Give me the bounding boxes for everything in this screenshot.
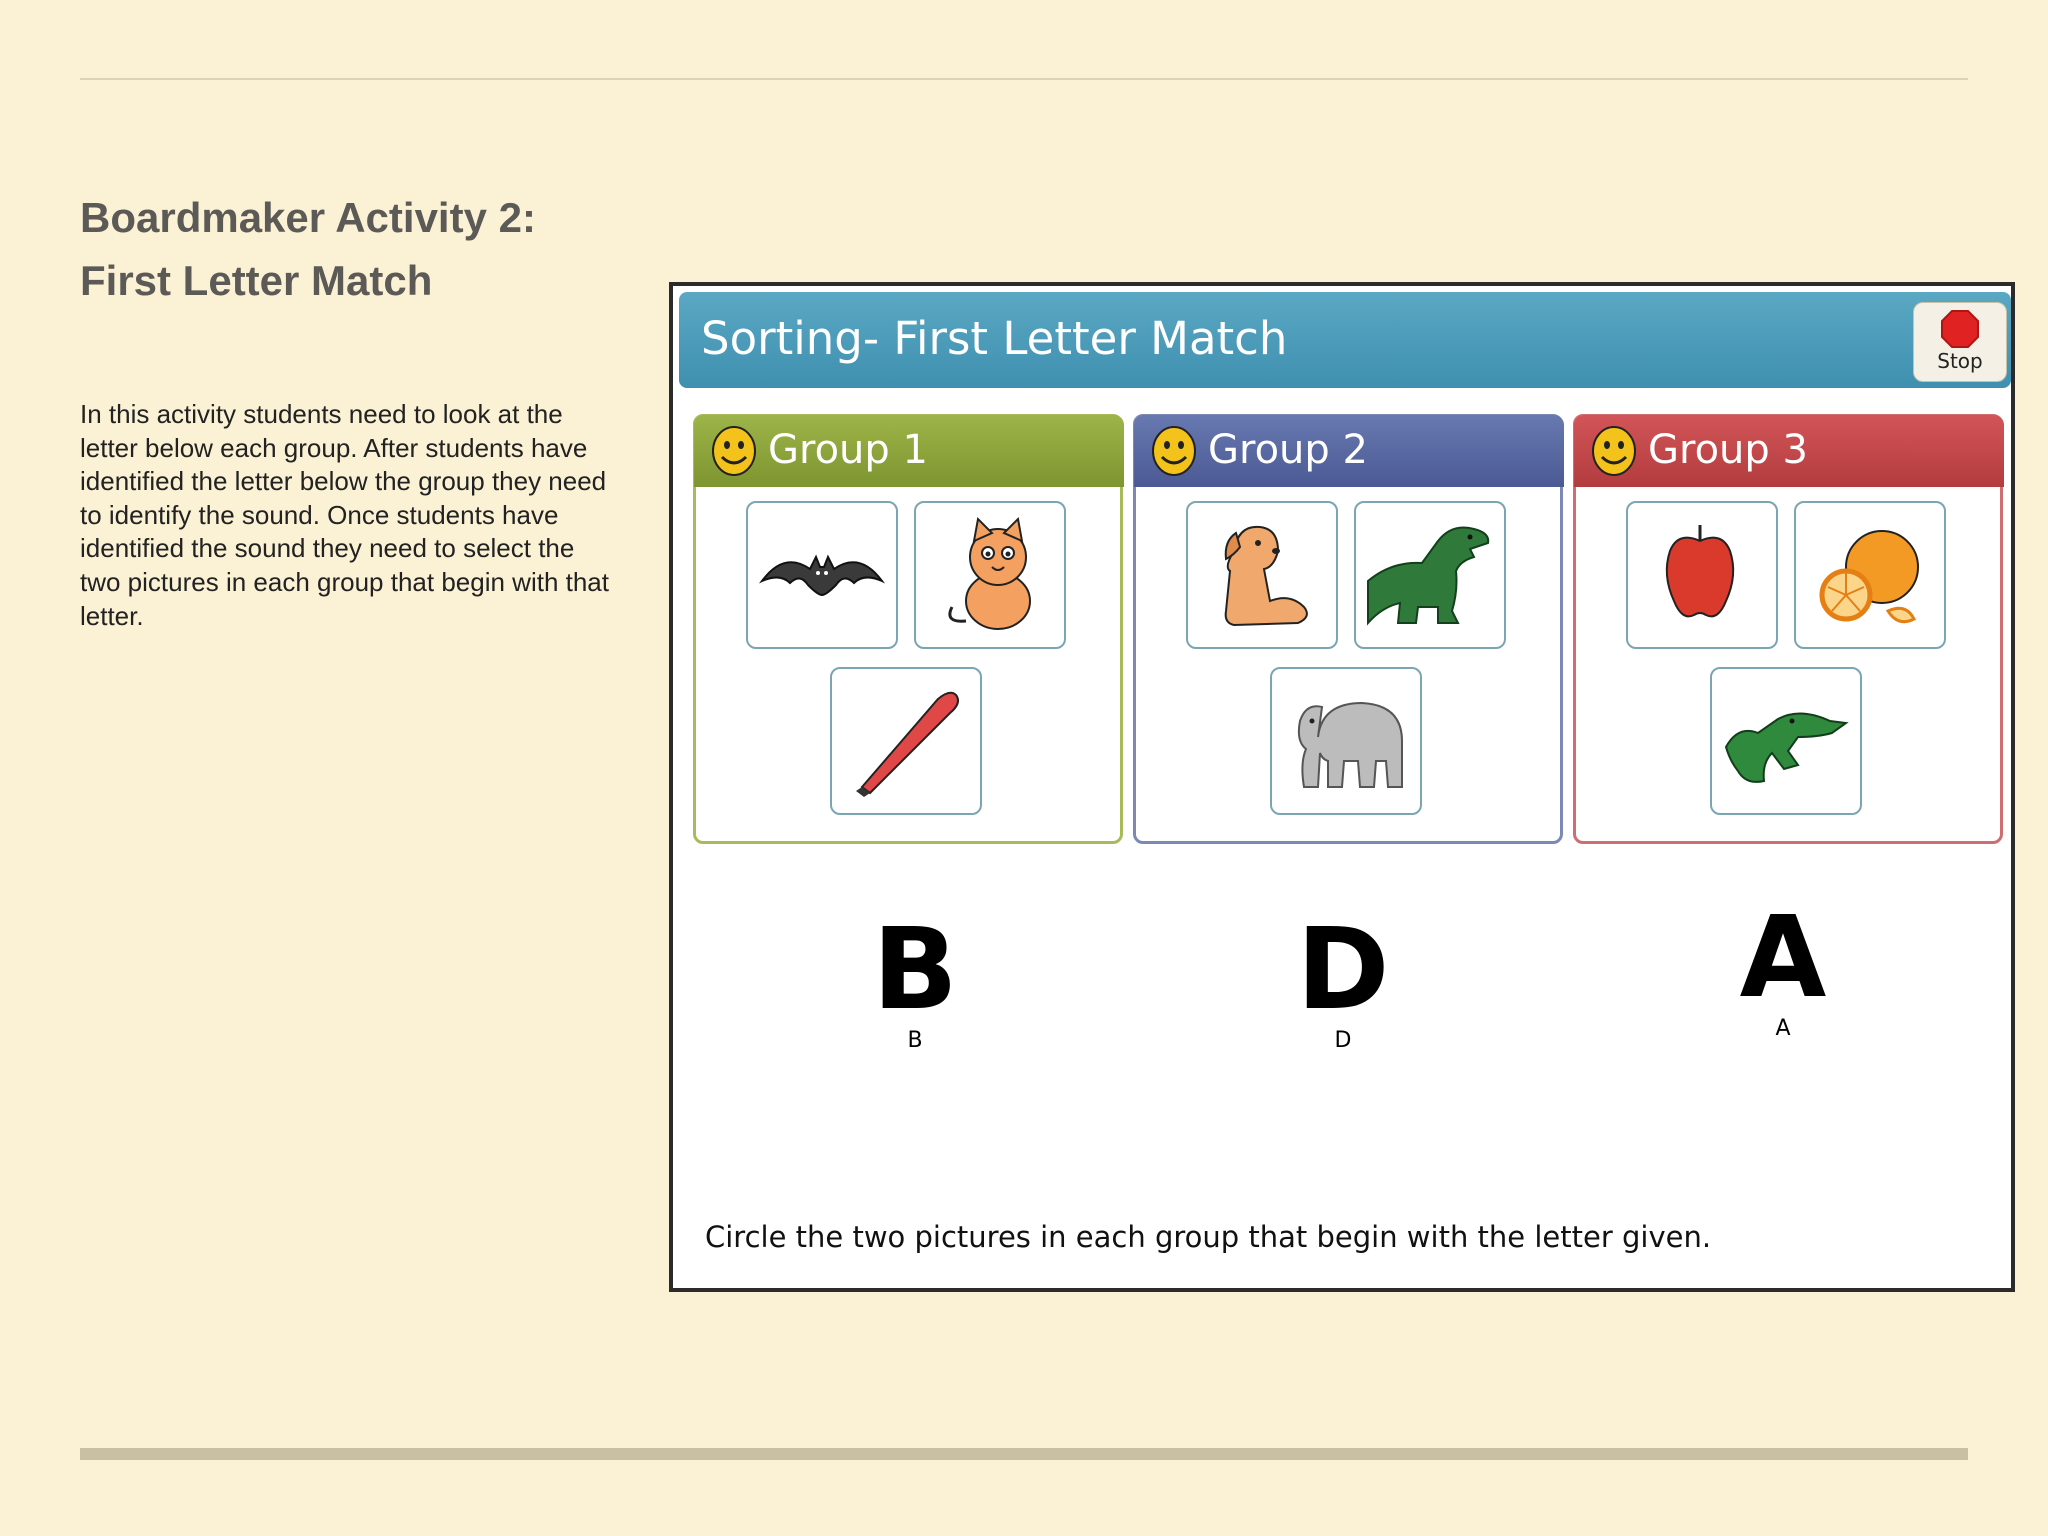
- group-3-header: Group 3: [1574, 415, 2004, 487]
- baseball-bat-icon: [856, 691, 959, 797]
- group-3-letter: A: [1739, 893, 1827, 1023]
- picture-tile-cat[interactable]: [914, 501, 1066, 649]
- picture-tile-bat[interactable]: [746, 501, 898, 649]
- bottom-divider: [80, 1448, 1968, 1460]
- picture-tile-baseball-bat[interactable]: [830, 667, 982, 815]
- slide-title-line-2: First Letter Match: [80, 257, 433, 304]
- group-1-letter-caption: B: [907, 1028, 923, 1053]
- slide-title: Boardmaker Activity 2: First Letter Matc…: [80, 186, 640, 312]
- group-1-letter: B: [872, 905, 958, 1035]
- activity-header: Sorting- First Letter Match Stop: [679, 292, 2011, 388]
- picture-tile-alligator[interactable]: [1710, 667, 1862, 815]
- apple-icon: [1665, 525, 1735, 618]
- elephant-icon: [1297, 701, 1403, 788]
- dog-icon: [1224, 525, 1308, 627]
- group-1-header: Group 1: [694, 415, 1124, 487]
- smiley-icon: [1592, 426, 1636, 476]
- group-1-label: Group 1: [768, 427, 928, 473]
- dinosaur-icon: [1367, 526, 1490, 626]
- activity-description: In this activity students need to look a…: [80, 399, 609, 631]
- group-3-panel: Group 3: [1573, 414, 2004, 844]
- group-2-label: Group 2: [1208, 427, 1368, 473]
- alligator-icon: [1724, 712, 1849, 783]
- smiley-icon: [712, 426, 756, 476]
- bat-icon: [758, 554, 886, 597]
- group-2-header: Group 2: [1134, 415, 1564, 487]
- group-2-letter: D: [1296, 905, 1390, 1035]
- picture-tile-dog[interactable]: [1186, 501, 1338, 649]
- activity-instruction: Circle the two pictures in each group th…: [705, 1220, 1712, 1254]
- stop-button[interactable]: Stop: [1913, 302, 2007, 382]
- activity-title: Sorting- First Letter Match: [701, 312, 1288, 365]
- picture-tile-apple[interactable]: [1626, 501, 1778, 649]
- slide-title-line-1: Boardmaker Activity 2:: [80, 194, 536, 241]
- picture-tile-elephant[interactable]: [1270, 667, 1422, 815]
- boardmaker-activity-screenshot: Sorting- First Letter Match Stop Group 1: [669, 282, 2015, 1292]
- group-2-letter-caption: D: [1334, 1028, 1352, 1053]
- group-2-panel: Group 2: [1133, 414, 1564, 844]
- group-3-label: Group 3: [1648, 427, 1808, 473]
- cat-icon: [948, 516, 1031, 630]
- orange-icon: [1819, 530, 1919, 624]
- picture-tile-orange[interactable]: [1794, 501, 1946, 649]
- group-3-letter-caption: A: [1775, 1016, 1791, 1041]
- stop-sign-icon: [1941, 310, 1979, 348]
- group-1-panel: Group 1: [693, 414, 1124, 844]
- picture-tile-dinosaur[interactable]: [1354, 501, 1506, 649]
- stop-label: Stop: [1937, 349, 1983, 373]
- top-divider: [80, 78, 1968, 80]
- smiley-icon: [1152, 426, 1196, 476]
